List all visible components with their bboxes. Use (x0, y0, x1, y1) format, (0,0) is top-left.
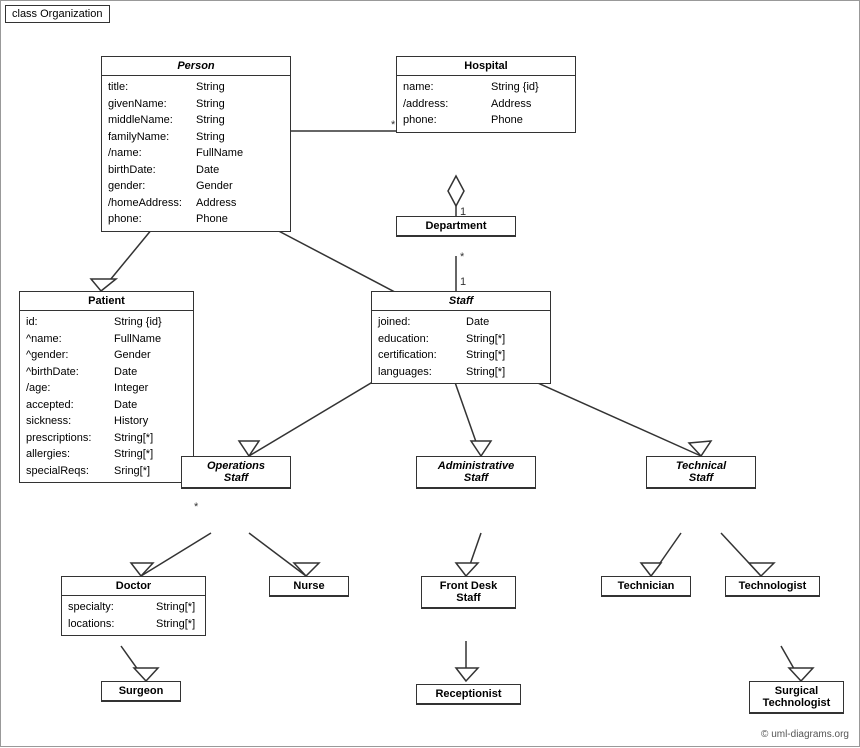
class-patient-body: id:String {id} ^name:FullName ^gender:Ge… (20, 311, 193, 482)
class-technologist: Technologist (725, 576, 820, 597)
diagram-container: class Organization (0, 0, 860, 747)
class-surgical-technologist-header: SurgicalTechnologist (750, 682, 843, 713)
class-doctor: Doctor specialty:String[*] locations:Str… (61, 576, 206, 636)
class-technical-staff: TechnicalStaff (646, 456, 756, 489)
class-hospital: Hospital name:String {id} /address:Addre… (396, 56, 576, 133)
class-hospital-header: Hospital (397, 57, 575, 76)
class-person-body: title:String givenName:String middleName… (102, 76, 290, 231)
class-technician-header: Technician (602, 577, 690, 596)
mult-dept-staff-1: 1 (460, 276, 466, 288)
class-patient-header: Patient (20, 292, 193, 311)
class-person-header: Person (102, 57, 290, 76)
class-technical-staff-header: TechnicalStaff (647, 457, 755, 488)
class-receptionist-header: Receptionist (417, 685, 520, 704)
class-nurse-header: Nurse (270, 577, 348, 596)
copyright: © uml-diagrams.org (761, 729, 849, 740)
class-department-header: Department (397, 217, 515, 236)
class-person: Person title:String givenName:String mid… (101, 56, 291, 232)
class-administrative-staff-header: AdministrativeStaff (417, 457, 535, 488)
class-surgeon: Surgeon (101, 681, 181, 702)
mult-ops-star: * (194, 501, 198, 513)
class-front-desk-staff: Front DeskStaff (421, 576, 516, 609)
class-technologist-header: Technologist (726, 577, 819, 596)
class-doctor-header: Doctor (62, 577, 205, 596)
class-patient: Patient id:String {id} ^name:FullName ^g… (19, 291, 194, 483)
mult-hospital-dept-star: * (460, 251, 464, 263)
class-surgical-technologist: SurgicalTechnologist (749, 681, 844, 714)
mult-hospital-person: * (391, 119, 395, 131)
class-administrative-staff: AdministrativeStaff (416, 456, 536, 489)
class-technician: Technician (601, 576, 691, 597)
class-doctor-body: specialty:String[*] locations:String[*] (62, 596, 205, 635)
class-receptionist: Receptionist (416, 684, 521, 705)
class-staff-header: Staff (372, 292, 550, 311)
class-nurse: Nurse (269, 576, 349, 597)
class-operations-staff-header: OperationsStaff (182, 457, 290, 488)
diagram-title: class Organization (5, 5, 110, 23)
class-operations-staff: OperationsStaff (181, 456, 291, 489)
class-staff-body: joined:Date education:String[*] certific… (372, 311, 550, 383)
class-front-desk-staff-header: Front DeskStaff (422, 577, 515, 608)
class-department: Department (396, 216, 516, 237)
class-hospital-body: name:String {id} /address:Address phone:… (397, 76, 575, 132)
class-staff: Staff joined:Date education:String[*] ce… (371, 291, 551, 384)
class-surgeon-header: Surgeon (102, 682, 180, 701)
